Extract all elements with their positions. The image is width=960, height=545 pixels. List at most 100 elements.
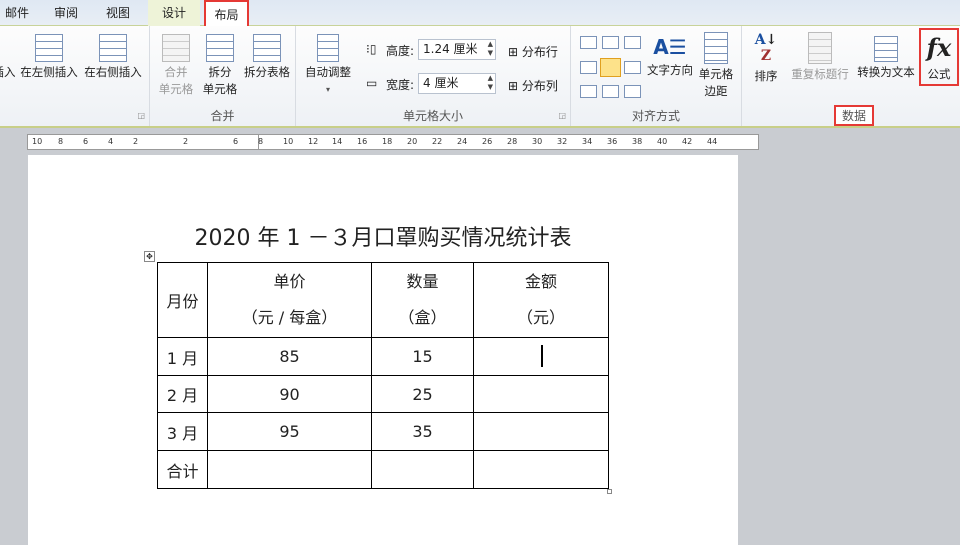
convert-to-text-icon bbox=[874, 36, 898, 62]
split-table-icon bbox=[253, 34, 281, 62]
group-label: 对齐方式 bbox=[631, 109, 680, 123]
distribute-columns-button[interactable]: ⊞ 分布列 bbox=[508, 77, 558, 94]
align-bottom-left[interactable] bbox=[580, 85, 597, 98]
ruler-tick-label: 34 bbox=[582, 137, 593, 146]
ruler-tick-label: 26 bbox=[482, 137, 493, 146]
ruler-tick-label: 38 bbox=[632, 137, 643, 146]
distribute-rows-icon: ⊞ bbox=[508, 45, 519, 59]
ruler-tick-label: 4 bbox=[108, 137, 114, 146]
cell-price[interactable] bbox=[207, 450, 372, 489]
cell-month[interactable]: 合计 bbox=[157, 450, 208, 489]
cell-price[interactable]: 90 bbox=[207, 375, 372, 413]
tab-design[interactable]: 设计 bbox=[148, 0, 200, 26]
align-middle-center[interactable] bbox=[600, 58, 621, 77]
cell-qty[interactable]: 15 bbox=[371, 337, 474, 376]
align-bottom-center[interactable] bbox=[602, 85, 619, 98]
repeat-header-icon bbox=[808, 32, 832, 64]
label: 数量 bbox=[406, 272, 439, 291]
split-table-button[interactable]: 拆分表格 bbox=[242, 34, 292, 81]
table-resize-handle[interactable] bbox=[607, 489, 612, 494]
convert-to-text-button[interactable]: 转换为文本 bbox=[854, 32, 918, 81]
label: 金额 bbox=[524, 272, 557, 291]
ruler-tick-label: 22 bbox=[432, 137, 443, 146]
merge-cells-icon bbox=[162, 34, 190, 62]
value: 4 厘米 bbox=[423, 76, 459, 90]
insert-right-icon bbox=[99, 34, 127, 62]
header-price[interactable]: 单价 （元 / 每盒） bbox=[207, 262, 372, 338]
cell-margins-icon bbox=[704, 32, 728, 64]
table-move-handle-icon[interactable]: ✥ bbox=[144, 251, 155, 262]
ruler-tick-label: 18 bbox=[382, 137, 393, 146]
tab-review[interactable]: 审阅 bbox=[44, 0, 88, 26]
ruler-tick-label: 14 bbox=[332, 137, 343, 146]
ruler-tick-label: 8 bbox=[58, 137, 64, 146]
cell-price[interactable]: 85 bbox=[207, 337, 372, 376]
label: 插入 bbox=[0, 65, 16, 79]
cell-month[interactable]: 3 月 bbox=[157, 412, 208, 451]
ribbon: 插入 在左侧插入 在右侧插入 ◲ 合并 单元格 拆分 单元格 拆分表格 合并 自… bbox=[0, 26, 960, 128]
distribute-rows-button[interactable]: ⊞ 分布行 bbox=[508, 43, 558, 60]
label: 分布行 bbox=[521, 45, 558, 59]
merge-cells-button[interactable]: 合并 单元格 bbox=[156, 34, 196, 98]
value: 1.24 厘米 bbox=[423, 42, 478, 56]
align-top-center[interactable] bbox=[602, 36, 619, 49]
align-top-right[interactable] bbox=[624, 36, 641, 49]
cell-amount[interactable] bbox=[473, 450, 609, 489]
insert-left-button[interactable]: 在左侧插入 bbox=[18, 34, 80, 81]
highlight-box bbox=[919, 28, 959, 86]
dialog-launcher-icon[interactable]: ◲ bbox=[137, 111, 145, 120]
sort-icon: A↓ Z bbox=[754, 32, 778, 64]
ruler-tick-label: 6 bbox=[233, 137, 239, 146]
header-qty[interactable]: 数量 （盒） bbox=[371, 262, 474, 338]
autofit-button[interactable]: 自动调整 ▾ bbox=[300, 34, 356, 98]
ruler-tick-label: 12 bbox=[308, 137, 319, 146]
repeat-header-rows-button[interactable]: 重复标题行 bbox=[788, 32, 852, 83]
sort-button[interactable]: A↓ Z 排序 bbox=[748, 32, 784, 85]
group-rows-columns: 插入 在左侧插入 在右侧插入 ◲ bbox=[0, 26, 150, 126]
spinner[interactable]: ▲ ▼ bbox=[488, 40, 493, 58]
ruler-tick-label: 16 bbox=[357, 137, 368, 146]
label: 重复标题行 bbox=[791, 67, 849, 81]
height-input[interactable]: 1.24 厘米 ▲ ▼ bbox=[418, 39, 496, 60]
header-month[interactable]: 月份 bbox=[157, 262, 208, 338]
align-middle-right[interactable] bbox=[624, 61, 641, 74]
group-label: 数据 bbox=[834, 105, 874, 126]
cell-month[interactable]: 2 月 bbox=[157, 375, 208, 413]
ruler-tick-label: 28 bbox=[507, 137, 518, 146]
insert-left-icon bbox=[35, 34, 63, 62]
ruler-tick-label: 10 bbox=[32, 137, 43, 146]
width-input[interactable]: 4 厘米 ▲ ▼ bbox=[418, 73, 496, 94]
align-middle-left[interactable] bbox=[580, 61, 597, 74]
cell-month[interactable]: 1 月 bbox=[157, 337, 208, 376]
ribbon-tabs: 邮件 审阅 视图 设计 布局 bbox=[0, 0, 960, 27]
tab-mailings[interactable]: 邮件 bbox=[0, 0, 34, 26]
cell-price[interactable]: 95 bbox=[207, 412, 372, 451]
cell-amount[interactable] bbox=[473, 375, 609, 413]
document-title: 2020 年 1 －３月口罩购买情况统计表 bbox=[194, 226, 572, 251]
label: 在右侧插入 bbox=[84, 65, 142, 79]
distribute-columns-icon: ⊞ bbox=[508, 79, 519, 93]
cell-qty[interactable]: 25 bbox=[371, 375, 474, 413]
text-cursor bbox=[541, 345, 543, 367]
ruler-tick-label: 20 bbox=[407, 137, 418, 146]
height-label: 高度: bbox=[386, 44, 415, 58]
cell-qty[interactable]: 35 bbox=[371, 412, 474, 451]
tab-layout[interactable]: 布局 bbox=[204, 0, 249, 27]
cell-margins-button[interactable]: 单元格 边距 bbox=[695, 32, 737, 100]
split-cells-button[interactable]: 拆分 单元格 bbox=[200, 34, 240, 98]
spinner[interactable]: ▲ ▼ bbox=[488, 74, 493, 92]
text-direction-icon: A☰ bbox=[653, 35, 687, 59]
group-data: A↓ Z 排序 重复标题行 转换为文本 fx 公式 数据 bbox=[742, 26, 960, 126]
label: 自动调整 bbox=[305, 65, 351, 79]
cell-qty[interactable] bbox=[371, 450, 474, 489]
header-amount[interactable]: 金额 （元） bbox=[473, 262, 609, 338]
autofit-icon bbox=[317, 34, 339, 62]
align-bottom-right[interactable] bbox=[624, 85, 641, 98]
statistics-table[interactable]: 月份 单价 （元 / 每盒） 数量 （盒） 金额 （元） 1 月 85 15 2 月 90 2… bbox=[157, 262, 609, 489]
insert-right-button[interactable]: 在右侧插入 bbox=[82, 34, 144, 81]
align-top-left[interactable] bbox=[580, 36, 597, 49]
tab-view[interactable]: 视图 bbox=[96, 0, 140, 26]
cell-amount[interactable] bbox=[473, 412, 609, 451]
text-direction-button[interactable]: A☰ 文字方向 bbox=[645, 32, 695, 79]
insert-below-button[interactable]: 插入 bbox=[0, 34, 16, 81]
